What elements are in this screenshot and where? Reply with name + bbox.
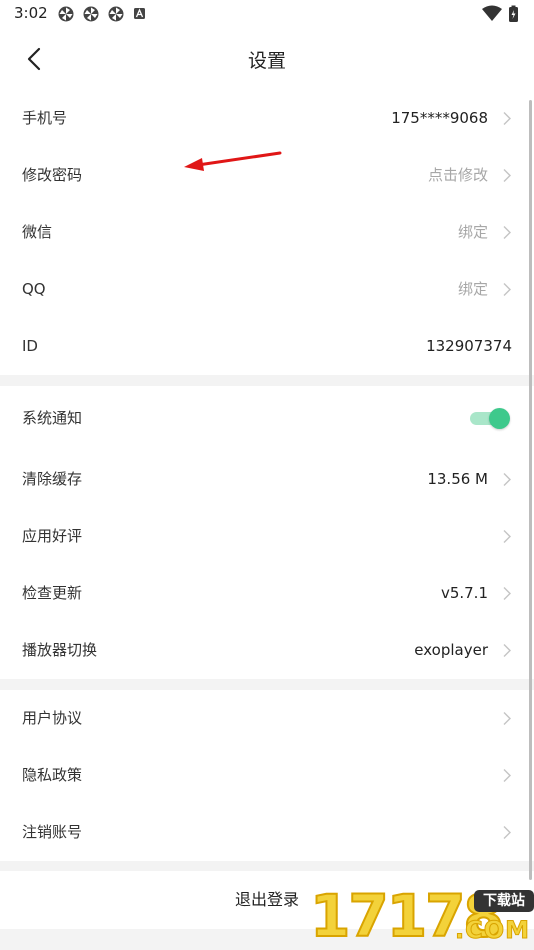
chevron-right-icon <box>503 769 511 782</box>
row-value: 绑定 <box>457 280 488 298</box>
account-settings-group: 手机号 175****9068 修改密码 点击修改 微信 绑定 QQ 绑定 ID… <box>0 90 534 375</box>
top-bar: 设置 <box>0 28 534 90</box>
row-label: 播放器切换 <box>22 641 98 659</box>
chevron-right-icon <box>503 473 511 486</box>
row-value: 175****9068 <box>391 109 488 127</box>
settings-row-privacy-policy[interactable]: 隐私政策 <box>0 747 534 804</box>
pinwheel-icon <box>58 6 74 22</box>
settings-row-phone[interactable]: 手机号 175****9068 <box>0 90 534 147</box>
row-value: exoplayer <box>414 641 488 659</box>
row-label: 用户协议 <box>22 709 83 727</box>
pinwheel-icon <box>83 6 99 22</box>
chevron-right-icon <box>503 587 511 600</box>
chevron-right-icon <box>503 283 511 296</box>
settings-row-id: ID 132907374 <box>0 318 534 375</box>
app-settings-group: 系统通知 清除缓存 13.56 M 应用好评 检查更新 v5.7.1 播放器切换… <box>0 386 534 679</box>
settings-row-clear-cache[interactable]: 清除缓存 13.56 M <box>0 451 534 508</box>
toggle-knob <box>489 408 510 429</box>
row-label: QQ <box>22 280 46 298</box>
chevron-right-icon <box>503 530 511 543</box>
settings-row-check-update[interactable]: 检查更新 v5.7.1 <box>0 565 534 622</box>
row-value: 132907374 <box>426 337 512 355</box>
row-label: 应用好评 <box>22 527 83 545</box>
row-label: 手机号 <box>22 109 68 127</box>
wifi-icon <box>482 5 502 21</box>
chevron-right-icon <box>503 712 511 725</box>
settings-row-wechat[interactable]: 微信 绑定 <box>0 204 534 261</box>
settings-row-qq[interactable]: QQ 绑定 <box>0 261 534 318</box>
watermark-suffix: .COM <box>454 916 530 945</box>
settings-row-rate-app[interactable]: 应用好评 <box>0 508 534 565</box>
chevron-right-icon <box>503 169 511 182</box>
settings-row-player-switch[interactable]: 播放器切换 exoplayer <box>0 622 534 679</box>
status-time: 3:02 <box>14 4 48 22</box>
chevron-right-icon <box>503 226 511 239</box>
row-label: 清除缓存 <box>22 470 83 488</box>
notification-icons <box>58 6 145 22</box>
watermark-logo: 17178 下载站 .COM <box>309 883 534 950</box>
row-label: 系统通知 <box>22 409 83 427</box>
row-label: 修改密码 <box>22 166 83 184</box>
row-label: ID <box>22 337 38 355</box>
row-value: 13.56 M <box>427 470 488 488</box>
row-value: 绑定 <box>457 223 488 241</box>
chevron-right-icon <box>503 112 511 125</box>
status-bar: 3:02 <box>0 0 534 28</box>
watermark-badge: 下载站 <box>474 890 534 912</box>
annotation-arrow-icon <box>184 151 282 171</box>
row-label: 隐私政策 <box>22 766 83 784</box>
page-title: 设置 <box>247 50 286 72</box>
row-label: 注销账号 <box>22 823 83 841</box>
settings-row-delete-account[interactable]: 注销账号 <box>0 804 534 861</box>
row-label: 检查更新 <box>22 584 83 602</box>
scrollbar[interactable] <box>529 100 532 880</box>
pinwheel-icon <box>108 6 124 22</box>
row-value: v5.7.1 <box>440 584 488 602</box>
battery-charging-icon <box>509 5 518 22</box>
legal-settings-group: 用户协议 隐私政策 注销账号 <box>0 690 534 861</box>
a-badge-icon <box>134 8 145 19</box>
row-value: 点击修改 <box>427 166 488 184</box>
settings-row-notifications: 系统通知 <box>0 386 534 451</box>
settings-row-user-agreement[interactable]: 用户协议 <box>0 690 534 747</box>
chevron-right-icon <box>503 826 511 839</box>
status-right-icons <box>482 5 518 22</box>
row-label: 微信 <box>22 223 53 241</box>
chevron-right-icon <box>503 644 511 657</box>
notification-toggle[interactable] <box>470 408 510 429</box>
